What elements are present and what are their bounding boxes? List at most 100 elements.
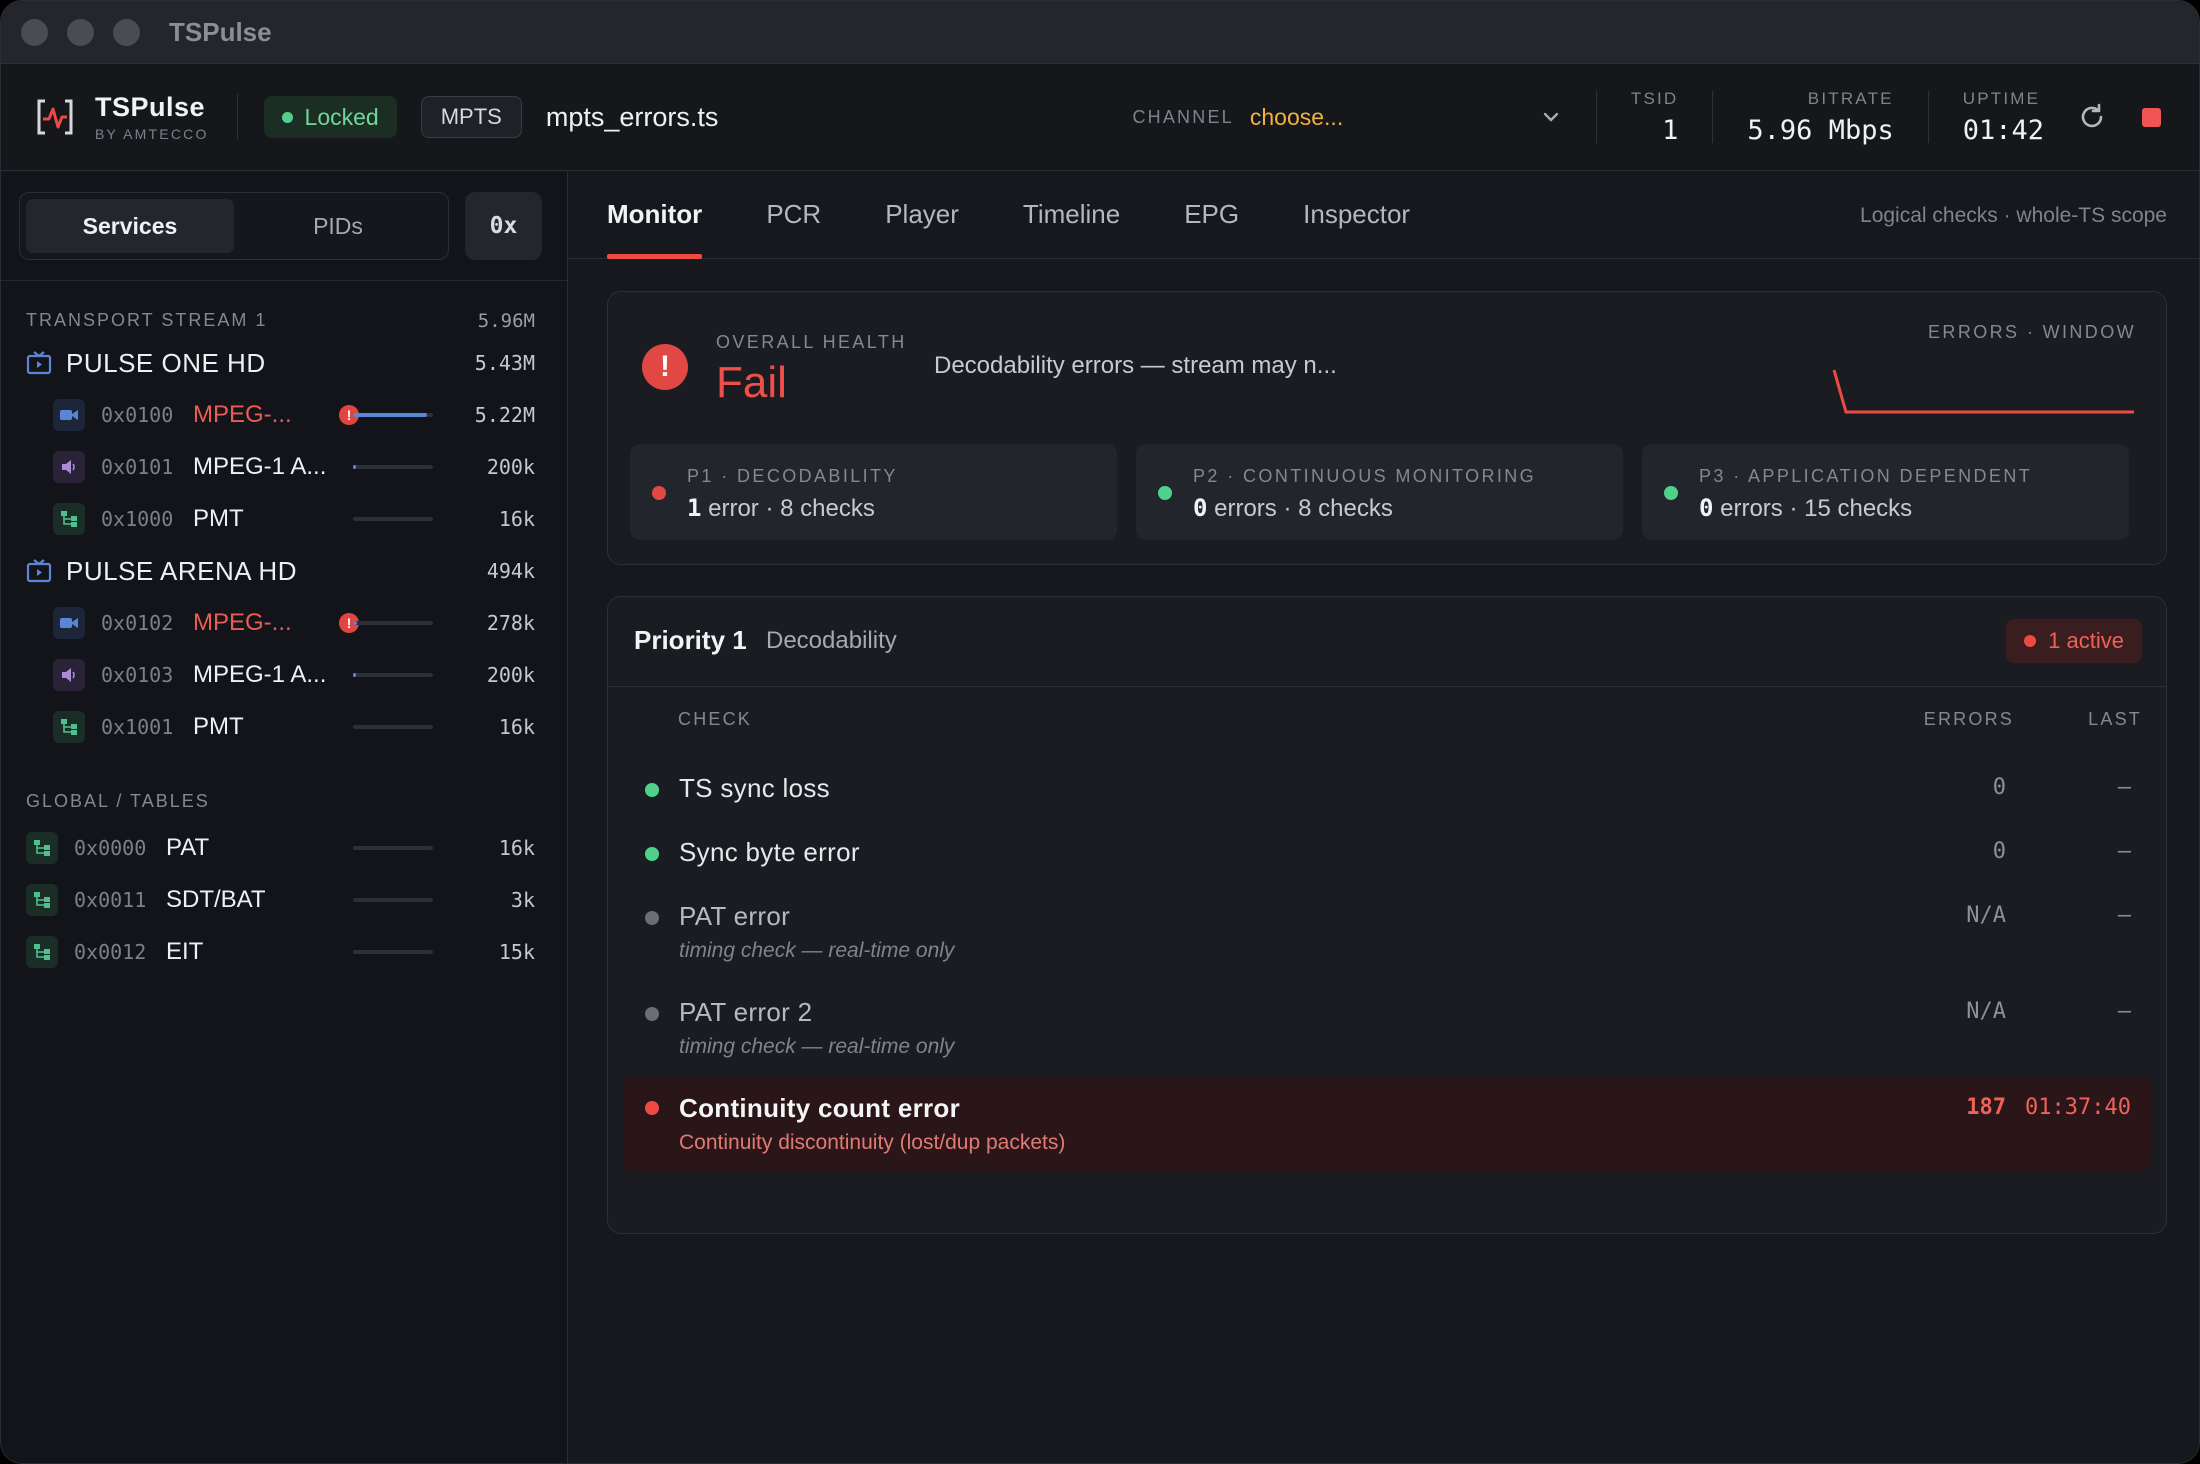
- pid-label: SDT/BAT: [166, 886, 266, 913]
- divider: [236, 94, 238, 140]
- status-dot-icon: [1158, 486, 1172, 500]
- check-name: Sync byte error: [679, 837, 860, 867]
- tab-monitor[interactable]: Monitor: [607, 199, 703, 259]
- pid-item[interactable]: 0x1001 PMT 16k: [53, 707, 535, 747]
- pid-item[interactable]: 0x1000 PMT 16k: [53, 499, 535, 539]
- pid-load-bar: [353, 413, 433, 417]
- close-window-button[interactable]: [21, 18, 48, 46]
- seg-pids[interactable]: PIDs: [234, 199, 442, 253]
- audio-icon: [53, 451, 85, 483]
- priority-summary-p2[interactable]: P2 · CONTINUOUS MONITORING 0 errors · 8 c…: [1136, 444, 1623, 540]
- file-name: mpts_errors.ts: [545, 101, 719, 132]
- alert-icon: !: [642, 344, 688, 390]
- priority-1-subtitle: Decodability: [766, 627, 897, 654]
- priority-count: 1 error · 8 checks: [687, 494, 875, 522]
- channel-select[interactable]: CHANNEL choose...: [1132, 104, 1561, 131]
- bitrate-label: BITRATE: [1807, 88, 1894, 108]
- priority-summary-p3[interactable]: P3 · APPLICATION DEPENDENT 0 errors · 15 …: [1642, 444, 2129, 540]
- tab-timeline[interactable]: Timeline: [1023, 199, 1120, 258]
- pid-rate: 278k: [486, 611, 535, 635]
- check-last: –: [2118, 1231, 2131, 1233]
- check-name: PAT error: [679, 901, 791, 931]
- brand-sub: BY AMTECCO: [95, 126, 209, 142]
- uptime-stat: UPTIME 01:42: [1963, 89, 2044, 146]
- pid-load-bar: [353, 465, 433, 469]
- chevron-down-icon[interactable]: [1540, 106, 1562, 128]
- health-value: Fail: [716, 358, 787, 407]
- global-table-item[interactable]: 0x0012 EIT 15k: [26, 932, 535, 972]
- pid-label: PMT: [193, 505, 244, 532]
- app-window: TSPulse TSPulse BY AMTECCO Locked MPTS m…: [0, 0, 2200, 1464]
- pulse-logo-icon: [37, 99, 73, 135]
- pid-item[interactable]: 0x0101 MPEG-1 A... 200k: [53, 447, 535, 487]
- priority-count: 0 errors · 15 checks: [1699, 494, 1913, 522]
- check-errors: N/A: [1966, 903, 2006, 928]
- pid-hex: 0x0101: [101, 455, 174, 479]
- pid-hex: 0x0103: [101, 663, 174, 687]
- global-table-item[interactable]: 0x0011 SDT/BAT 3k: [26, 880, 535, 920]
- uptime-value: 01:42: [1962, 114, 2044, 146]
- pid-load-bar: [353, 846, 433, 850]
- check-row[interactable]: Continuity count error Continuity discont…: [623, 1077, 2151, 1171]
- priority-1-header: Priority 1 Decodability 1 active: [608, 597, 2166, 687]
- col-errors: ERRORS: [1923, 709, 2014, 729]
- seg-services[interactable]: Services: [26, 199, 234, 253]
- stop-button[interactable]: [2142, 107, 2161, 127]
- pid-item[interactable]: 0x0102 MPEG-...! 278k: [53, 603, 535, 643]
- check-errors: 0: [1992, 775, 2006, 800]
- check-description: timing check — real-time only: [679, 1035, 955, 1058]
- tab-epg[interactable]: EPG: [1184, 199, 1239, 258]
- lock-status-badge: Locked: [263, 96, 397, 138]
- status-dot-icon: [645, 1101, 659, 1115]
- pid-label: MPEG-1 A...: [193, 661, 327, 688]
- pid-load-bar: [353, 673, 433, 677]
- table-icon: [53, 711, 85, 743]
- priority-title: P2 · CONTINUOUS MONITORING: [1193, 466, 1537, 486]
- mode-badge: MPTS: [420, 96, 522, 138]
- zoom-window-button[interactable]: [113, 18, 140, 46]
- divider: [1, 280, 567, 281]
- table-icon: [53, 503, 85, 535]
- tsid-value: 1: [1662, 114, 1679, 146]
- pid-load-bar: [353, 950, 433, 954]
- pid-item[interactable]: 0x0100 MPEG-...! 5.22M: [53, 395, 535, 435]
- service-rate: 5.43M: [474, 351, 535, 375]
- check-description: Continuity discontinuity (lost/dup packe…: [679, 1131, 1066, 1154]
- tab-player[interactable]: Player: [885, 199, 959, 258]
- pid-hex: 0x0011: [74, 888, 147, 912]
- checks-table-header: CHECK ERRORS LAST: [678, 709, 2142, 730]
- check-last: –: [2117, 839, 2131, 864]
- service-item[interactable]: PULSE ONE HD 5.43M: [26, 343, 535, 383]
- check-description: timing check — real-time only: [679, 939, 955, 962]
- minimize-window-button[interactable]: [67, 18, 94, 46]
- active-errors-badge[interactable]: 1 active: [2006, 619, 2142, 663]
- service-name: PULSE ONE HD: [66, 347, 266, 378]
- errors-window-label: ERRORS · WINDOW: [1928, 322, 2136, 342]
- pid-load-bar: [353, 725, 433, 729]
- refresh-icon[interactable]: [2076, 101, 2108, 133]
- pid-rate: 16k: [498, 507, 535, 531]
- tab-inspector[interactable]: Inspector: [1303, 199, 1410, 258]
- pid-label: MPEG-...: [193, 609, 292, 636]
- priority-summary-p1[interactable]: P1 · DECODABILITY 1 error · 8 checks: [630, 444, 1117, 540]
- table-icon: [26, 936, 58, 968]
- global-tables-header: GLOBAL / TABLES: [26, 791, 535, 812]
- check-last: 01:37:40: [2025, 1095, 2131, 1120]
- view-segmented-control: Services PIDs: [19, 192, 449, 260]
- channel-value[interactable]: choose...: [1250, 104, 1540, 131]
- global-table-item[interactable]: 0x0000 PAT 16k: [26, 828, 535, 868]
- pid-label: MPEG-...: [193, 401, 292, 428]
- tab-bar: Monitor PCR Player Timeline EPG Inspector Logi…: [568, 172, 2199, 259]
- pid-item[interactable]: 0x0103 MPEG-1 A... 200k: [53, 655, 535, 695]
- priority-1-title: Priority 1: [634, 625, 747, 655]
- priority-1-card: Priority 1 Decodability 1 active CHECK E…: [607, 596, 2167, 1234]
- pid-rate: 200k: [486, 663, 535, 687]
- service-item[interactable]: PULSE ARENA HD 494k: [26, 551, 535, 591]
- pid-label: PAT: [166, 834, 210, 861]
- check-errors: N/A: [1966, 999, 2006, 1024]
- tab-pcr[interactable]: PCR: [766, 199, 821, 258]
- tsid-label: TSID: [1630, 88, 1679, 108]
- pid-hex: 0x0100: [101, 403, 174, 427]
- hex-toggle-button[interactable]: 0x: [465, 192, 542, 260]
- check-name: PAT error 2: [679, 997, 813, 1027]
